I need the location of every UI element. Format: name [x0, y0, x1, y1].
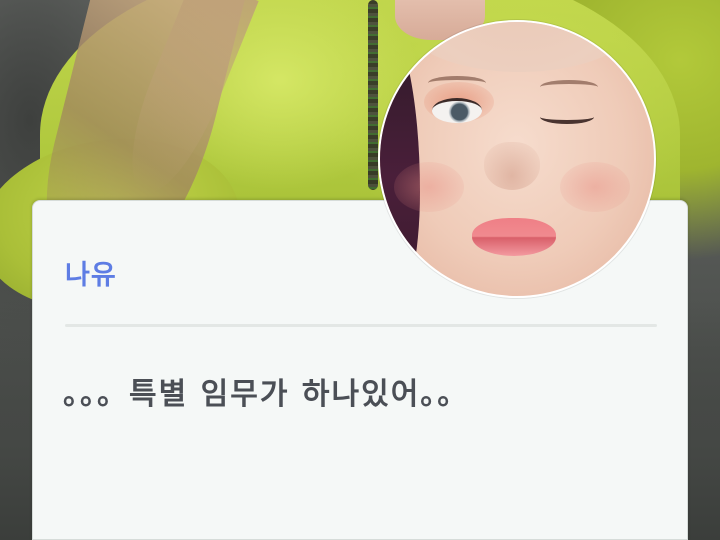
portrait-open-eye — [432, 98, 482, 123]
portrait-lips — [472, 218, 556, 256]
portrait-left-brow — [428, 76, 486, 90]
background-necklace — [368, 0, 378, 190]
portrait-forehead — [400, 22, 640, 72]
speaker-name: 나유 — [65, 260, 117, 291]
speaker-portrait — [378, 20, 656, 298]
dialog-divider — [65, 324, 657, 327]
portrait-left-blush — [394, 162, 464, 212]
portrait-right-brow — [540, 80, 598, 94]
portrait-nose — [484, 142, 540, 190]
portrait-winking-eye — [540, 110, 594, 124]
portrait-right-blush — [560, 162, 630, 212]
dialog-text: 。。。특별 임무가 하나있어。。 — [63, 377, 470, 412]
